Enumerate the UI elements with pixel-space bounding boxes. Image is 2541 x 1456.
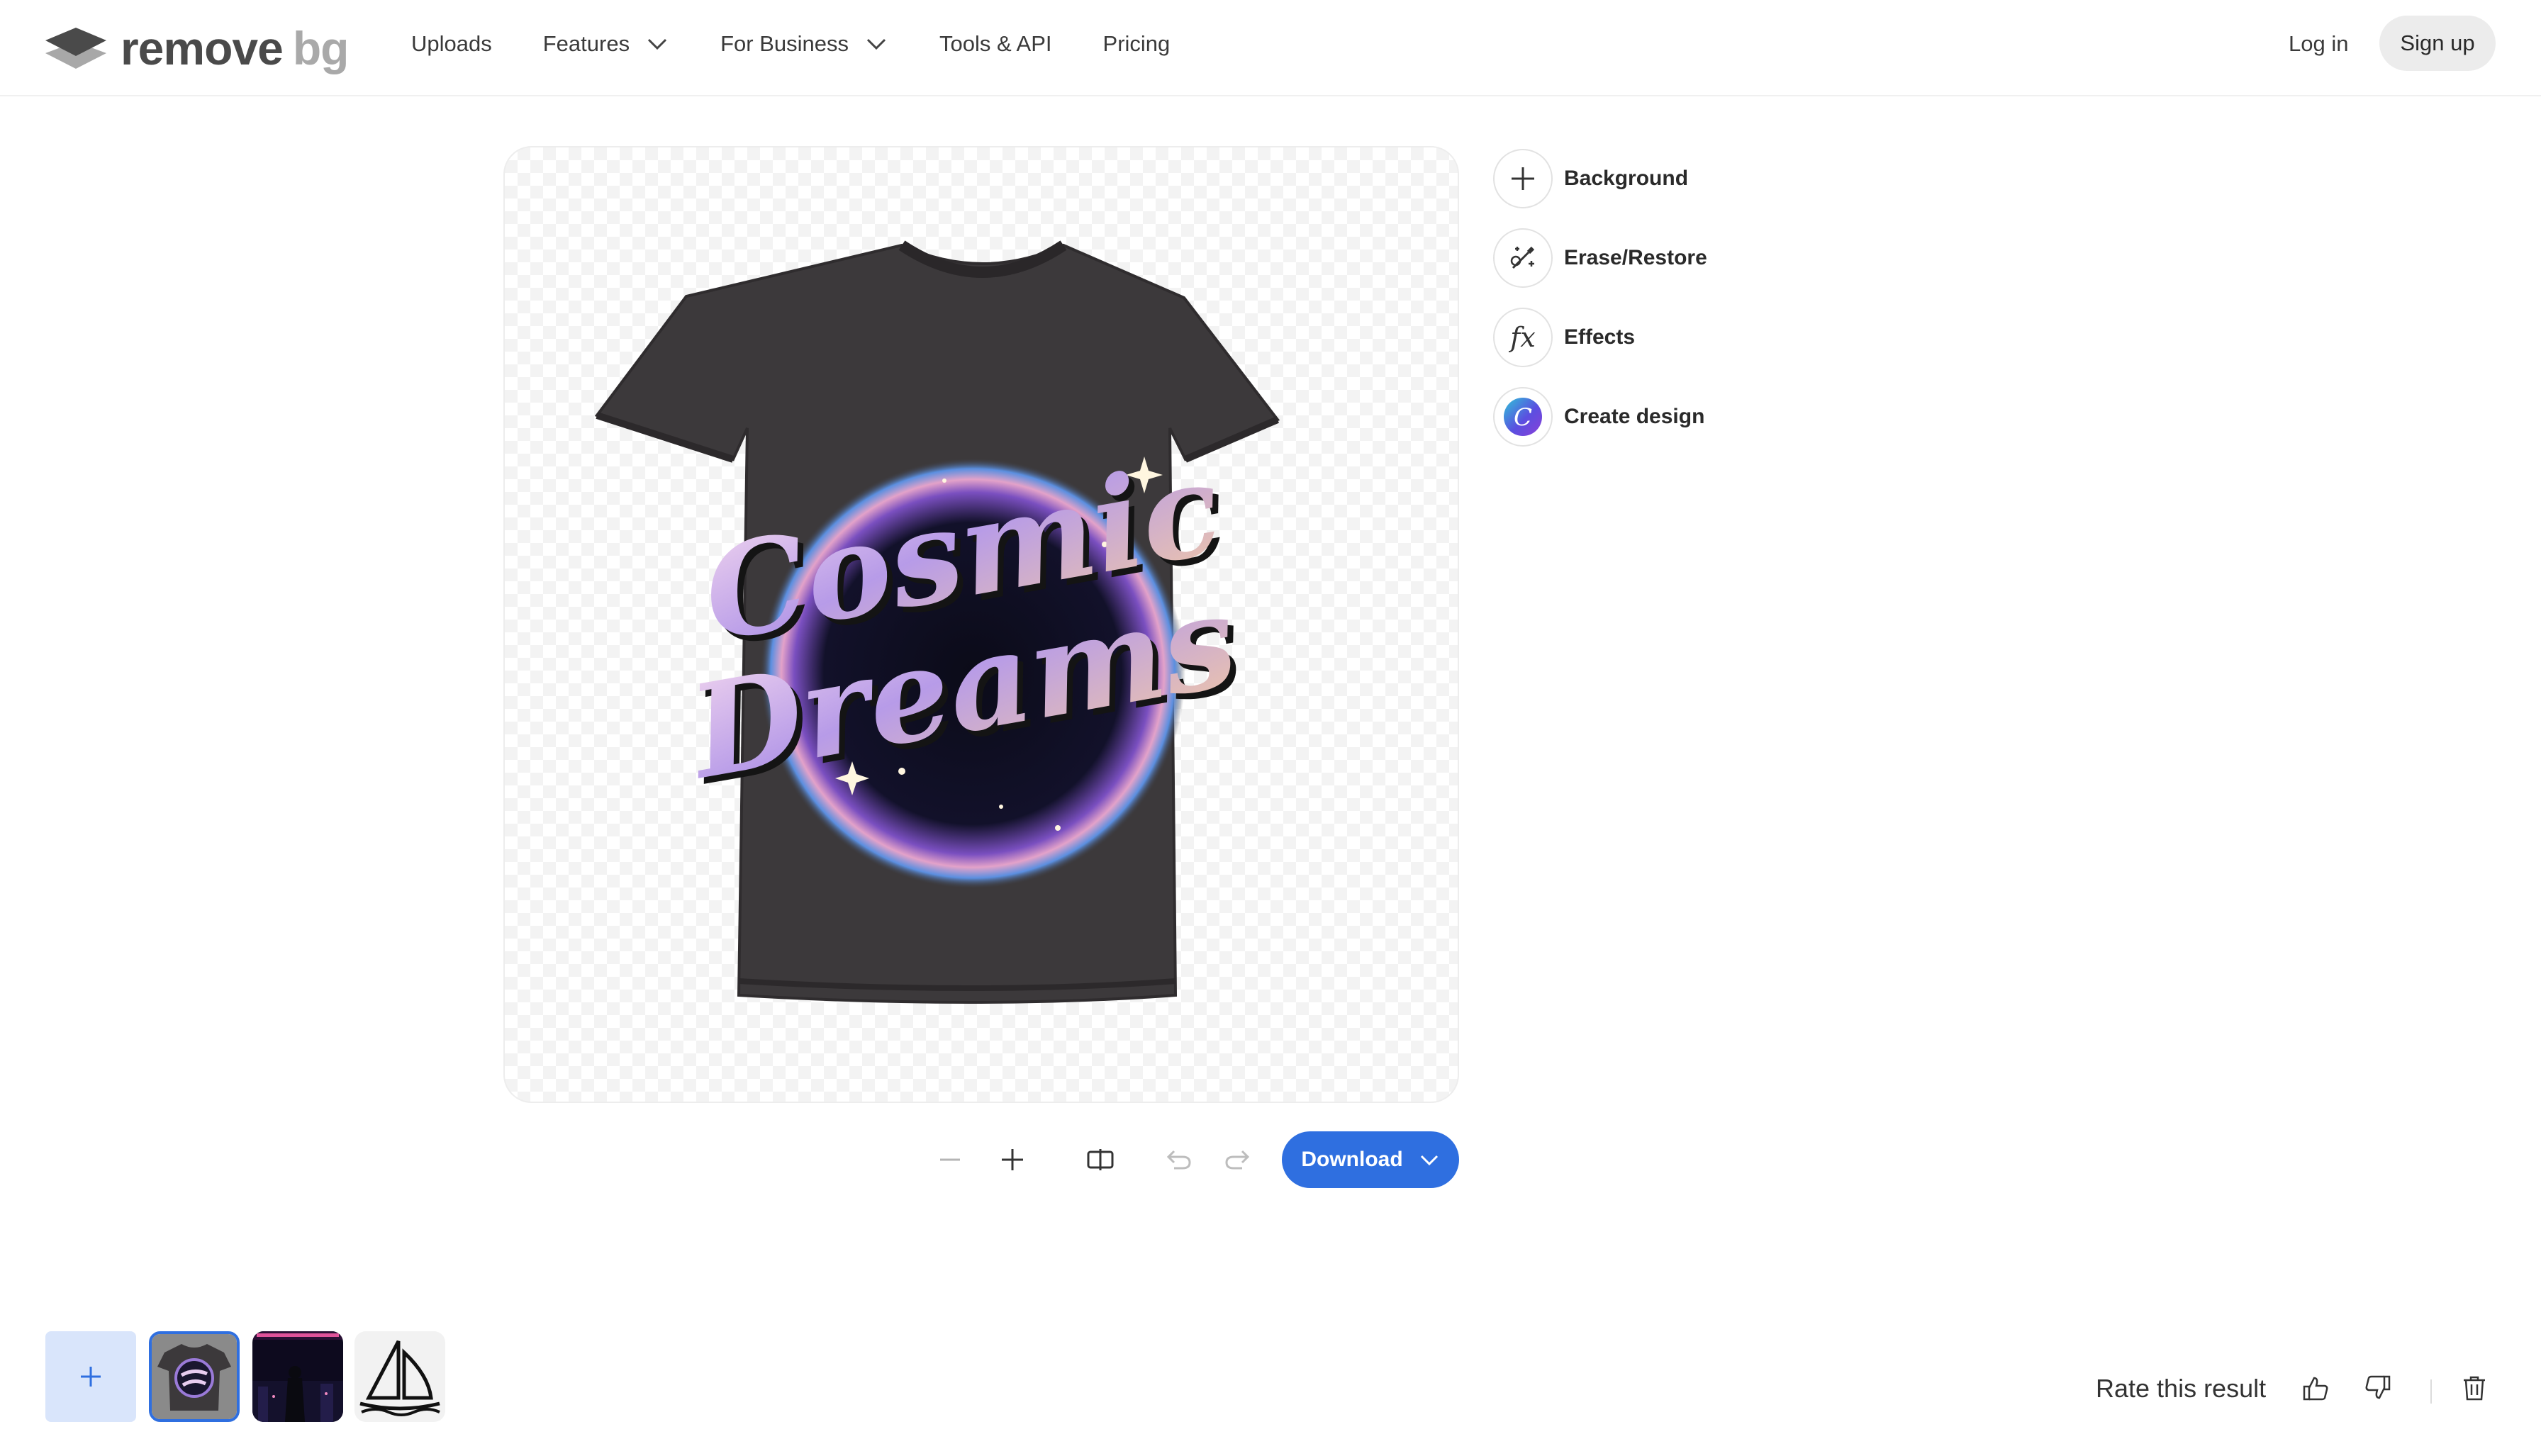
chevron-down-icon[interactable]	[1419, 1149, 1440, 1170]
download-label: Download	[1301, 1148, 1403, 1171]
add-image-button[interactable]	[45, 1331, 136, 1422]
fx-glyph: fx	[1510, 322, 1536, 353]
undo-button[interactable]	[1160, 1141, 1197, 1178]
top-navbar: remove bg Uploads Features For Business T…	[0, 0, 2541, 96]
plus-icon	[1002, 1149, 1023, 1170]
tool-effects-label: Effects	[1564, 325, 1636, 349]
thumbs-down-icon	[2365, 1375, 2391, 1399]
zoom-in-button[interactable]	[994, 1141, 1031, 1178]
tool-erase-restore-label: Erase/Restore	[1564, 246, 1707, 269]
nav-for-business-label: For Business	[720, 31, 849, 56]
trash-icon	[2464, 1376, 2485, 1401]
thumbs-up-button[interactable]	[2296, 1368, 2335, 1408]
tool-create-design[interactable]: C Create design	[1493, 386, 1707, 448]
redo-icon	[1225, 1150, 1250, 1170]
thumbs-down-button[interactable]	[2358, 1368, 2398, 1408]
chevron-down-icon	[866, 38, 886, 50]
thumbnail-dark-city[interactable]	[252, 1331, 343, 1422]
footer-divider	[2430, 1379, 2432, 1404]
magic-brush-icon	[1493, 228, 1553, 288]
brand-word-bg: bg	[292, 22, 350, 74]
fx-icon: fx	[1493, 308, 1553, 367]
redo-button[interactable]	[1219, 1141, 1256, 1178]
nav-for-business[interactable]: For Business	[720, 31, 888, 57]
nav-pricing[interactable]: Pricing	[1103, 31, 1171, 57]
compare-button[interactable]	[1082, 1141, 1119, 1178]
thumbs-up-icon	[2303, 1377, 2328, 1401]
undo-icon	[1166, 1150, 1191, 1170]
login-link[interactable]: Log in	[2289, 31, 2348, 57]
signup-button[interactable]: Sign up	[2379, 16, 2496, 71]
plus-icon	[1493, 149, 1553, 208]
thumbnail-city-image	[252, 1331, 343, 1422]
tshirt-image: Cosmic Cosmic Dreams Dreams	[594, 240, 1280, 1004]
chevron-down-icon	[648, 38, 667, 50]
tool-erase-restore[interactable]: Erase/Restore	[1493, 227, 1707, 289]
tool-background-label: Background	[1564, 167, 1689, 190]
delete-button[interactable]	[2455, 1368, 2494, 1408]
canva-logo-icon: C	[1493, 387, 1553, 447]
edit-tools: Background Erase/Restore fx Effects C Cr…	[1493, 147, 1707, 465]
plus-icon	[81, 1367, 101, 1387]
logo-layers-icon	[45, 28, 106, 69]
tool-effects[interactable]: fx Effects	[1493, 306, 1707, 369]
thumbnail-cosmic-dreams[interactable]	[149, 1331, 240, 1422]
zoom-out-button[interactable]	[932, 1141, 968, 1178]
brand-word-remove: remove	[121, 22, 284, 74]
rate-result-label: Rate this result	[2096, 1374, 2267, 1403]
nav-uploads-label: Uploads	[411, 31, 492, 56]
tool-background[interactable]: Background	[1493, 147, 1707, 210]
minus-icon	[940, 1158, 960, 1161]
download-button[interactable]: Download	[1282, 1131, 1459, 1188]
thumbnail-sailboat-image	[359, 1340, 440, 1416]
image-canvas[interactable]: Cosmic Cosmic Dreams Dreams	[503, 146, 1459, 1103]
brand-wordmark: remove bg	[121, 21, 350, 75]
compare-icon	[1087, 1149, 1114, 1170]
nav-tools-api-label: Tools & API	[939, 31, 1052, 56]
tool-create-design-label: Create design	[1564, 405, 1705, 428]
nav-uploads[interactable]: Uploads	[411, 31, 492, 57]
nav-features-label: Features	[542, 31, 630, 56]
thumbnail-shirt-image	[152, 1334, 237, 1419]
nav-pricing-label: Pricing	[1102, 31, 1171, 56]
canva-glyph: C	[1514, 403, 1532, 432]
thumbnail-sailboat[interactable]	[354, 1331, 445, 1422]
brand-logo[interactable]: remove bg	[44, 20, 350, 77]
nav-features[interactable]: Features	[543, 31, 669, 57]
main-nav: Uploads Features For Business Tools & AP…	[411, 0, 1221, 88]
nav-tools-api[interactable]: Tools & API	[939, 31, 1052, 57]
